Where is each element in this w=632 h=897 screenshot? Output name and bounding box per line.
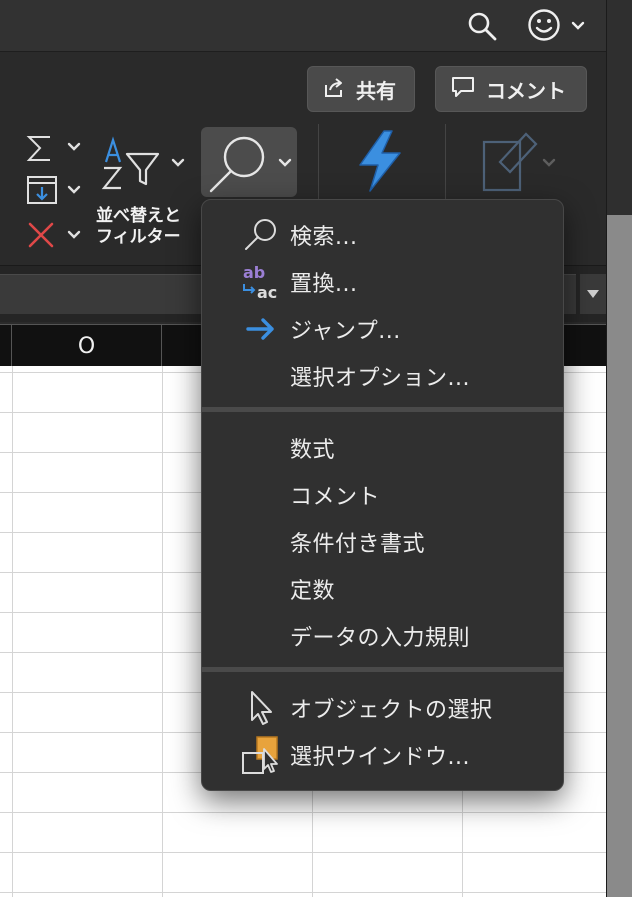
lightning-icon[interactable] (354, 129, 406, 193)
menu-item-goto-special[interactable]: 選択オプション... (202, 352, 563, 399)
find-select-menu: 検索... ab ac 置換... ジャンプ... 選択オプション... 数式 コ… (201, 199, 564, 791)
smiley-icon[interactable] (527, 8, 561, 42)
svg-text:ac: ac (257, 283, 277, 302)
column-header[interactable] (0, 325, 12, 367)
menu-item-data-validation[interactable]: データの入力規則 (202, 612, 563, 659)
group-separator (318, 124, 319, 204)
sort-filter-icon[interactable] (100, 136, 190, 192)
sort-filter-label[interactable]: 並べ替えと フィルター (96, 206, 181, 248)
fill-icon[interactable] (26, 175, 86, 207)
menu-item-find[interactable]: 検索... (202, 211, 563, 258)
arrow-right-icon (240, 309, 282, 349)
share-icon (322, 75, 346, 104)
formula-expand-button[interactable] (580, 274, 606, 314)
share-label: 共有 (356, 78, 396, 103)
menu-separator (202, 407, 563, 412)
triangle-down-icon (587, 290, 599, 298)
magnifier-icon (240, 215, 282, 255)
menu-item-select-objects[interactable]: オブジェクトの選択 (202, 684, 563, 731)
menu-item-replace[interactable]: ab ac 置換... (202, 258, 563, 305)
column-header-o[interactable]: O (12, 325, 162, 367)
title-bar (0, 0, 606, 52)
pointer-icon (240, 688, 282, 728)
sensitivity-icon (478, 128, 562, 194)
clear-icon[interactable] (26, 220, 86, 252)
search-icon[interactable] (466, 10, 498, 42)
menu-item-conditional-formatting[interactable]: 条件付き書式 (202, 518, 563, 565)
menu-item-goto[interactable]: ジャンプ... (202, 305, 563, 352)
menu-item-formulas[interactable]: 数式 (202, 424, 563, 471)
comment-button[interactable]: コメント (435, 66, 587, 112)
replace-icon: ab ac (240, 262, 282, 302)
window-edge (606, 0, 632, 897)
comment-icon (450, 75, 476, 104)
svg-text:ab: ab (243, 263, 265, 282)
magnifier-icon (209, 136, 292, 193)
menu-item-comments[interactable]: コメント (202, 471, 563, 518)
share-button[interactable]: 共有 (307, 66, 415, 112)
menu-item-constants[interactable]: 定数 (202, 565, 563, 612)
group-separator (445, 124, 446, 204)
menu-item-selection-pane[interactable]: 選択ウインドウ... (202, 731, 563, 778)
comment-label: コメント (486, 78, 566, 103)
autosum-icon[interactable] (26, 134, 86, 164)
find-select-button[interactable] (201, 127, 297, 197)
chevron-down-icon[interactable] (570, 18, 586, 32)
selection-pane-icon (240, 735, 282, 775)
menu-separator (202, 667, 563, 672)
